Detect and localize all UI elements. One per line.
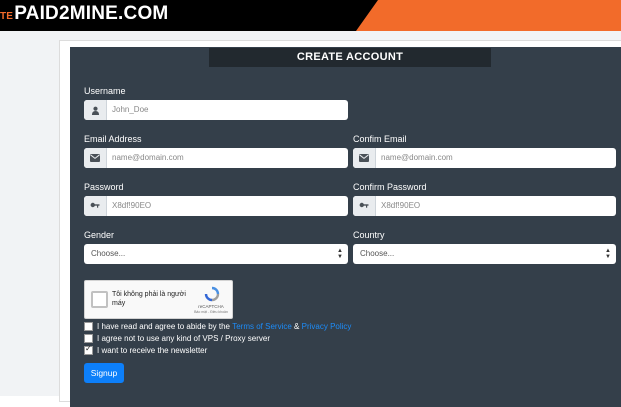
agree-terms-amp: & [294,322,300,331]
recaptcha-brand: reCAPTCHA [198,304,224,309]
password-label: Password [84,182,124,192]
signup-button[interactable]: Signup [84,363,124,383]
envelope-icon [84,148,107,168]
confirm-password-label: Confirm Password [353,182,427,192]
agree-terms-checkbox[interactable] [84,322,93,331]
select-arrows-icon: ▲ ▼ [605,248,611,260]
country-select[interactable]: Choose... ▲ ▼ [353,244,616,264]
agree-vps-label: I agree not to use any kind of VPS / Pro… [97,334,270,343]
password-input[interactable]: X8df!90EO [84,196,348,216]
newsletter-row: I want to receive the newsletter [84,344,208,355]
agree-terms-prefix: I have read and agree to abide by the [97,322,230,331]
email-input[interactable]: name@domain.com [84,148,348,168]
email-label: Email Address [84,134,142,144]
confirm-email-label: Confim Email [353,134,407,144]
gender-label: Gender [84,230,115,240]
email-placeholder: name@domain.com [112,153,184,162]
recaptcha-widget: Tôi không phải là người máy reCAPTCHA Bả… [84,280,233,319]
key-icon [84,196,107,216]
newsletter-label: I want to receive the newsletter [97,346,208,355]
recaptcha-checkbox[interactable] [91,291,108,308]
site-logo[interactable]: TEPAID2MINE.COM [0,3,168,25]
header-accent [356,0,621,31]
agree-terms-row: I have read and agree to abide by the Te… [84,322,351,331]
gender-selected: Choose... [91,249,126,258]
confirm-password-input[interactable]: X8df!90EO [353,196,616,216]
terms-of-service-link[interactable]: Terms of Service [232,322,292,331]
confirm-email-input[interactable]: name@domain.com [353,148,616,168]
confirm-email-placeholder: name@domain.com [381,153,453,162]
password-placeholder: X8df!90EO [112,201,152,210]
form-title: CREATE ACCOUNT [209,48,491,67]
username-input[interactable]: John_Doe [84,100,348,120]
envelope-icon [353,148,376,168]
user-icon [84,100,107,120]
gender-select[interactable]: Choose... ▲ ▼ [84,244,348,264]
select-arrows-icon: ▲ ▼ [337,248,343,260]
confirm-password-placeholder: X8df!90EO [381,201,421,210]
privacy-policy-link[interactable]: Privacy Policy [302,322,352,331]
country-selected: Choose... [360,249,395,258]
site-header: TEPAID2MINE.COM [0,0,621,31]
recaptcha-logo-icon [202,286,222,302]
recaptcha-terms[interactable]: Bảo mật - Điều khoản [189,310,233,314]
key-icon [353,196,376,216]
agree-vps-checkbox[interactable] [84,334,93,343]
newsletter-checkbox[interactable] [84,344,93,355]
country-label: Country [353,230,385,240]
recaptcha-text: Tôi không phải là người máy [112,291,186,307]
agree-vps-row: I agree not to use any kind of VPS / Pro… [84,334,270,343]
username-label: Username [84,86,126,96]
username-placeholder: John_Doe [112,105,149,114]
